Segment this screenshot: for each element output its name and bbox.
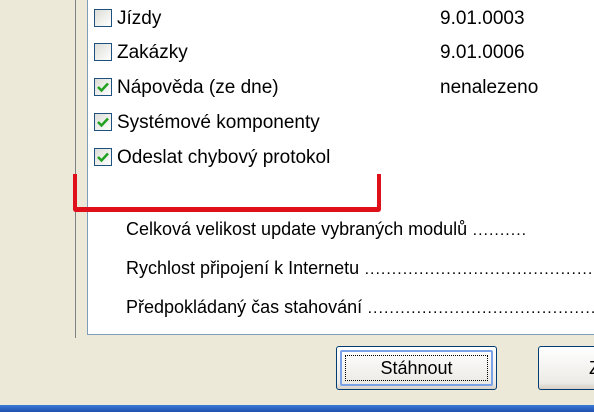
module-version: 9.01.0003 xyxy=(440,8,525,29)
module-label: Zakázky xyxy=(117,42,188,63)
taskbar-edge xyxy=(0,405,594,412)
info-label: Rychlost připojení k Internetu xyxy=(126,258,360,278)
module-label: Systémové komponenty xyxy=(117,112,320,133)
checkbox-checked[interactable] xyxy=(94,78,112,96)
module-version: nenalezeno xyxy=(440,77,539,98)
checkbox[interactable] xyxy=(94,9,112,27)
download-button-label: Stáhnout xyxy=(380,358,453,378)
checkbox-checked[interactable] xyxy=(94,113,112,131)
download-button[interactable]: Stáhnout xyxy=(336,346,497,390)
info-download-time: Předpokládaný čas stahování ............… xyxy=(126,292,594,322)
red-highlight-annotation xyxy=(73,174,381,212)
info-total-size: Celková velikost update vybraných modulů… xyxy=(126,214,594,244)
module-label: Nápověda (ze dne) xyxy=(117,77,279,98)
close-button[interactable]: Z xyxy=(538,346,594,390)
module-version: 9.01.0006 xyxy=(440,42,525,63)
module-row-odeslat-protokol[interactable]: Odeslat chybový protokol xyxy=(88,141,594,175)
info-label: Celková velikost update vybraných modulů xyxy=(126,219,468,239)
leader-dots: ........................................… xyxy=(359,261,594,278)
module-row-systemove-komponenty[interactable]: Systémové komponenty xyxy=(88,106,594,140)
module-row-jizdy[interactable]: Jízdy 9.01.0003 xyxy=(88,2,594,36)
leader-dots: .......... xyxy=(467,222,528,239)
checkmark-icon xyxy=(97,117,109,128)
window-divider xyxy=(75,0,76,338)
checkbox[interactable] xyxy=(94,43,112,61)
module-list-panel: Jízdy 9.01.0003 Zakázky 9.01.0006 Nápově… xyxy=(87,0,594,335)
module-row-napoveda[interactable]: Nápověda (ze dne) nenalezeno xyxy=(88,71,594,105)
module-label: Jízdy xyxy=(117,8,162,29)
module-row-zakazky[interactable]: Zakázky 9.01.0006 xyxy=(88,36,594,70)
info-connection-speed: Rychlost připojení k Internetu .........… xyxy=(126,253,594,283)
module-label: Odeslat chybový protokol xyxy=(117,147,331,168)
checkmark-icon xyxy=(97,82,109,93)
leader-dots: ........................................… xyxy=(367,300,594,317)
checkmark-icon xyxy=(97,152,109,163)
close-button-label: Z xyxy=(589,347,594,389)
info-label: Předpokládaný čas stahování xyxy=(126,297,363,317)
checkbox-checked[interactable] xyxy=(94,148,112,166)
